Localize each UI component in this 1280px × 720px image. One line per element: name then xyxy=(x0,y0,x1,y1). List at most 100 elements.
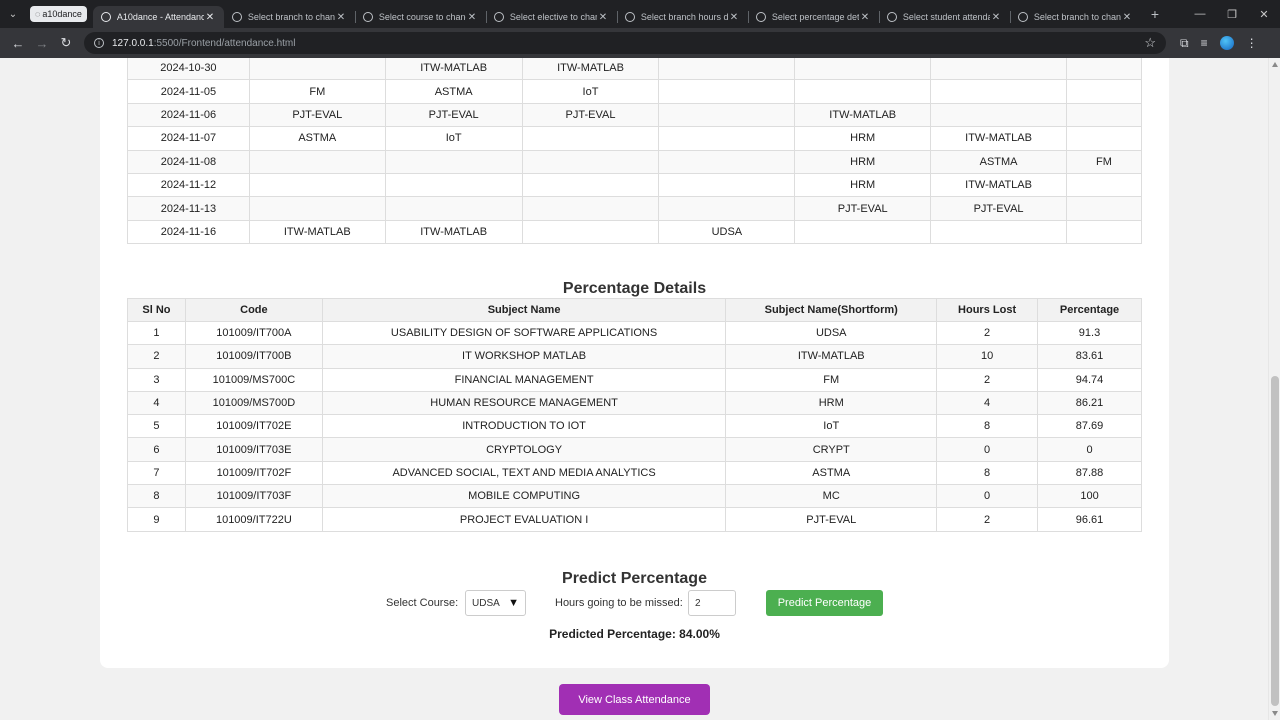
timetable-row: 2024-11-08 HRM ASTMA FM xyxy=(127,149,1142,174)
timetable-period-cell xyxy=(930,79,1067,104)
percentage-cell: 2 xyxy=(936,367,1039,392)
tab-close-icon[interactable]: ✕ xyxy=(859,12,871,23)
timetable-period-cell xyxy=(384,196,523,221)
percentage-cell: MOBILE COMPUTING xyxy=(321,484,727,509)
tab-title: Select student attendar xyxy=(902,12,990,22)
timetable-period-cell: ASTMA xyxy=(384,79,523,104)
browser-tab[interactable]: Select branch hours det ✕ xyxy=(616,6,748,28)
percentage-cell: ADVANCED SOCIAL, TEXT AND MEDIA ANALYTIC… xyxy=(321,460,727,486)
timetable-period-cell: PJT-EVAL xyxy=(794,196,932,221)
percentage-column-header: Subject Name xyxy=(321,298,727,322)
tab-title: Select branch to change xyxy=(247,12,335,22)
timetable-period-cell: ITW-MATLAB xyxy=(248,219,386,245)
tab-group-label[interactable]: ◌ a10dance xyxy=(30,6,87,22)
timetable-period-cell xyxy=(248,172,386,198)
percentage-cell: 101009/MS700D xyxy=(184,390,323,416)
tab-close-icon[interactable]: ✕ xyxy=(1121,12,1133,23)
browser-tab[interactable]: Select branch to change✕ xyxy=(224,6,355,28)
tab-close-icon[interactable]: ✕ xyxy=(990,12,1002,23)
percentage-cell: 4 xyxy=(936,390,1039,416)
percentage-cell: PJT-EVAL xyxy=(725,507,938,532)
percentage-cell: IoT xyxy=(725,414,938,439)
site-info-icon[interactable]: i xyxy=(94,38,104,48)
percentage-cell: 2 xyxy=(127,344,186,369)
tab-close-icon[interactable]: ✕ xyxy=(335,12,347,23)
percentage-cell: 101009/MS700C xyxy=(184,367,323,392)
timetable-period-cell: ITW-MATLAB xyxy=(384,219,523,245)
browser-tab[interactable]: Select elective to change✕ xyxy=(485,6,617,28)
tab-close-icon[interactable]: ✕ xyxy=(597,12,609,23)
bookmark-star-icon[interactable]: ☆ xyxy=(1144,35,1156,51)
browser-tab[interactable]: Select percentage deta ✕ xyxy=(747,6,879,28)
percentage-cell: PROJECT EVALUATION I xyxy=(321,507,727,532)
timetable-date-cell: 2024-11-12 xyxy=(127,172,250,198)
percentage-row: 2 101009/IT700B IT WORKSHOP MATLAB ITW-MATL… xyxy=(127,344,1142,369)
browser-tab[interactable]: Select course to change ✕ xyxy=(354,6,486,28)
timetable-period-cell: HRM xyxy=(794,126,932,151)
address-bar[interactable]: i 127.0.0.1:5500/Frontend/attendance.htm… xyxy=(84,32,1166,54)
course-select[interactable]: UDSA ▼ xyxy=(465,590,526,616)
percentage-cell: 94.74 xyxy=(1037,367,1142,392)
timetable-period-cell xyxy=(384,172,523,198)
percentage-cell: 8 xyxy=(936,414,1039,439)
url-path: :5500/Frontend/attendance.html xyxy=(153,37,296,49)
tab-favicon-icon xyxy=(231,12,242,22)
forward-arrow-icon[interactable]: → xyxy=(30,36,54,51)
browser-tab[interactable]: Select branch to change✕ xyxy=(1009,6,1141,28)
timetable-period-cell xyxy=(794,79,932,104)
timetable-period-cell xyxy=(248,196,386,221)
scroll-down-arrow-icon[interactable] xyxy=(1272,711,1278,716)
extensions-puzzle-icon[interactable]: ⧉ xyxy=(1180,36,1189,51)
scroll-up-arrow-icon[interactable] xyxy=(1272,62,1278,67)
percentage-cell: 2 xyxy=(936,320,1039,346)
timetable-period-cell xyxy=(794,219,932,245)
percentage-cell: HRM xyxy=(725,390,938,416)
browser-tab[interactable]: Select student attendar ✕ xyxy=(878,6,1010,28)
minimize-icon[interactable]: — xyxy=(1184,8,1216,21)
browser-tab[interactable]: A10dance - Attendance ✕ xyxy=(92,6,224,28)
timetable-date-cell: 2024-11-05 xyxy=(127,79,250,104)
hours-missed-input[interactable]: 2 xyxy=(688,590,736,616)
tab-title: Select percentage deta xyxy=(771,12,859,22)
tab-close-icon[interactable]: ✕ xyxy=(204,12,216,23)
back-arrow-icon[interactable]: ← xyxy=(6,36,30,51)
course-select-value: UDSA xyxy=(472,597,500,609)
profile-avatar-icon[interactable] xyxy=(1219,36,1234,50)
scrollbar-thumb[interactable] xyxy=(1271,376,1279,706)
timetable-period-cell: ASTMA xyxy=(248,126,386,151)
media-queue-icon[interactable]: ≡ xyxy=(1201,36,1208,50)
percentage-cell: ASTMA xyxy=(725,460,938,486)
reload-icon[interactable]: ↻ xyxy=(54,35,78,51)
timetable-period-cell xyxy=(658,58,796,81)
page-scrollbar[interactable] xyxy=(1268,58,1280,720)
tab-strip: A10dance - Attendance ✕ Select branch to c… xyxy=(92,0,1141,28)
new-tab-plus-icon[interactable]: + xyxy=(1141,6,1169,22)
percentage-cell: FINANCIAL MANAGEMENT xyxy=(321,367,727,392)
kebab-menu-icon[interactable]: ⋮ xyxy=(1246,36,1258,50)
percentage-cell: 7 xyxy=(127,460,186,486)
tab-close-icon[interactable]: ✕ xyxy=(728,12,740,23)
select-course-label: Select Course: xyxy=(386,597,459,609)
predicted-percentage-result: Predicted Percentage: 84.00% xyxy=(549,627,720,641)
timetable-period-cell xyxy=(658,79,796,104)
close-window-icon[interactable]: ✕ xyxy=(1248,8,1280,21)
tab-group-text: a10dance xyxy=(42,9,82,19)
tab-close-icon[interactable]: ✕ xyxy=(466,12,478,23)
percentage-cell: 9 xyxy=(127,507,186,532)
timetable-period-cell: ASTMA xyxy=(930,149,1067,174)
percentage-cell: UDSA xyxy=(725,320,938,346)
timetable-row: 2024-11-13 PJT-EVAL PJT-EVAL xyxy=(127,196,1142,221)
percentage-row: 3 101009/MS700C FINANCIAL MANAGEMENT FM 2 94.… xyxy=(127,367,1142,392)
timetable-period-cell: PJT-EVAL xyxy=(248,102,386,128)
restore-icon[interactable]: ❐ xyxy=(1216,8,1248,21)
predict-percentage-button[interactable]: Predict Percentage xyxy=(766,590,883,616)
url-host: 127.0.0.1 xyxy=(112,37,154,49)
percentage-table: Sl No Code Subject Name Subject Name(Shortf… xyxy=(127,298,1142,532)
percentage-cell: 101009/IT702E xyxy=(184,414,323,439)
hours-missed-value: 2 xyxy=(695,597,701,609)
view-class-attendance-button[interactable]: View Class Attendance xyxy=(559,684,710,715)
tab-search-chevron-icon[interactable]: ⌄ xyxy=(0,0,26,28)
timetable-period-cell: ITW-MATLAB xyxy=(930,126,1067,151)
url-text[interactable]: 127.0.0.1:5500/Frontend/attendance.html xyxy=(112,38,1144,49)
percentage-cell: 8 xyxy=(127,484,186,509)
